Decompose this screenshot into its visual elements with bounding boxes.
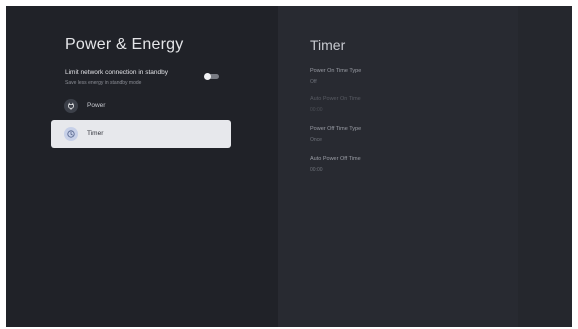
menu-item-timer-label: Timer xyxy=(87,130,104,137)
standby-network-toggle[interactable] xyxy=(204,73,220,80)
power-on-time-type-value: Off xyxy=(310,79,317,85)
power-energy-panel: Power & Energy Limit network connection … xyxy=(6,6,278,327)
auto-power-on-time-label: Auto Power On Time xyxy=(310,96,361,102)
auto-power-on-time-value: 00:00 xyxy=(310,107,323,113)
clock-icon xyxy=(64,127,78,141)
auto-power-off-time-label: Auto Power Off Time xyxy=(310,156,361,162)
auto-power-off-time-setting[interactable]: Auto Power Off Time 00:00 xyxy=(310,156,460,178)
power-plug-icon-graphic xyxy=(68,102,74,110)
tv-settings-screen: Power & Energy Limit network connection … xyxy=(6,6,572,327)
menu-item-power-label: Power xyxy=(87,102,106,109)
standby-network-label: Limit network connection in standby xyxy=(65,69,168,76)
power-off-time-type-value: Once xyxy=(310,137,322,143)
menu-item-power[interactable]: Power xyxy=(51,92,231,120)
power-on-time-type-setting[interactable]: Power On Time Type Off xyxy=(310,68,460,90)
auto-power-on-time-setting: Auto Power On Time 00:00 xyxy=(310,96,460,118)
power-off-time-type-setting[interactable]: Power Off Time Type Once xyxy=(310,126,460,148)
standby-network-description: Save less energy in standby mode xyxy=(65,80,142,86)
timer-panel-title: Timer xyxy=(310,37,346,53)
standby-network-setting[interactable]: Limit network connection in standby Save… xyxy=(65,69,235,93)
toggle-knob xyxy=(204,73,211,80)
power-plug-icon xyxy=(64,99,78,113)
clock-icon-graphic xyxy=(67,130,75,138)
power-off-time-type-label: Power Off Time Type xyxy=(310,126,362,132)
auto-power-off-time-value: 00:00 xyxy=(310,167,323,173)
power-on-time-type-label: Power On Time Type xyxy=(310,68,362,74)
timer-details-panel: Timer Power On Time Type Off Auto Power … xyxy=(278,6,518,327)
page-title: Power & Energy xyxy=(65,36,184,53)
menu-item-timer[interactable]: Timer xyxy=(51,120,231,148)
background-panel xyxy=(518,6,572,327)
